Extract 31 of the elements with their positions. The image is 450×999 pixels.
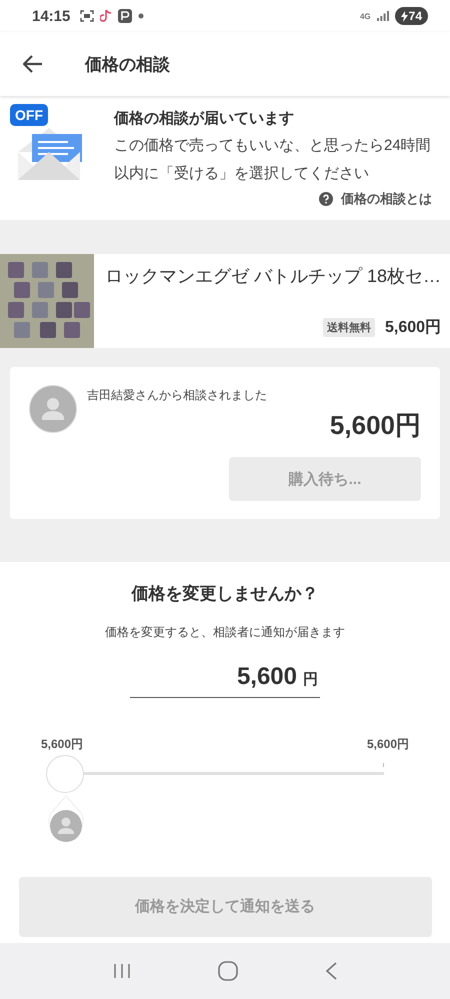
shipping-tag: 送料無料 [322,318,375,337]
page-title: 価格の相談 [85,54,170,76]
help-icon[interactable] [319,192,333,206]
slider-max-label: 5,600円 [366,736,409,753]
section-hint: 価格を変更すると、相談者に通知が届きます [105,624,345,641]
offer-price: 5,600円 [328,409,421,442]
network-type: 4G [360,12,371,20]
off-badge: OFF [10,104,48,126]
back-arrow-icon[interactable] [23,55,43,73]
signal-icon [376,11,389,21]
slider-thumb[interactable] [46,755,84,793]
price-field[interactable]: 5,600 円 [130,663,320,698]
avatar-icon [29,385,77,433]
notice-title: 価格の相談が届いています [114,109,295,128]
bolt-icon [400,10,408,22]
battery-indicator: 74 [394,7,428,25]
screenshot-icon [80,10,94,22]
recent-apps-icon[interactable] [113,963,132,979]
section-title: 価格を変更しませんか？ [132,583,318,605]
offer-message: 吉田結愛さんから相談されました [87,387,268,404]
status-time: 14:15 [32,8,70,24]
product-price: 5,600円 [384,318,442,338]
back-icon[interactable] [324,962,337,980]
product-title[interactable]: ロックマンエグゼ バトルチップ 18枚セ… [105,264,442,288]
notice-message: この価格で売ってもいいな、と思ったら24時間以内に「受ける」を選択してください [114,136,432,184]
music-note-icon [100,9,112,23]
home-icon[interactable] [218,961,238,981]
app-icon [118,9,132,23]
slider-min-label: 5,600円 [41,736,84,753]
dot-icon [138,13,144,19]
help-link[interactable]: 価格の相談とは [341,190,432,208]
